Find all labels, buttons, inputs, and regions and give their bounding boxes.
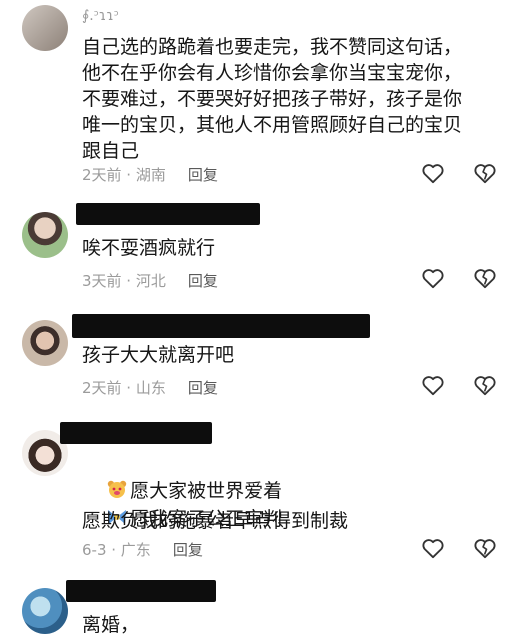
- comment-line: 愿欺负我的施暴者早点得到制裁: [82, 510, 349, 532]
- comment-line: 自己选的路跪着也要走完，我不赞同这句话，: [82, 36, 463, 58]
- broken-heart-icon[interactable]: [472, 265, 498, 291]
- reply-button[interactable]: 回复: [188, 272, 218, 290]
- heart-outline-icon[interactable]: [420, 160, 446, 186]
- broken-heart-icon[interactable]: [472, 160, 498, 186]
- avatar[interactable]: [22, 212, 68, 258]
- comment-line: 不要难过，不要哭好好把孩子带好，孩子是你: [82, 88, 463, 110]
- reply-button[interactable]: 回复: [173, 541, 203, 559]
- comment-item: 孩子大大就离开吧 2天前 · 山东 回复: [0, 300, 519, 410]
- heart-outline-icon[interactable]: [420, 372, 446, 398]
- avatar[interactable]: [22, 320, 68, 366]
- time-location: 2天前 · 山东: [82, 379, 166, 397]
- redacted-username: [76, 203, 260, 225]
- avatar[interactable]: [22, 5, 68, 51]
- reply-button[interactable]: 回复: [188, 166, 218, 184]
- username[interactable]: ∮.ᵓɿɿᵓ: [82, 8, 119, 24]
- time-location: 3天前 · 河北: [82, 272, 166, 290]
- broken-heart-icon[interactable]: [472, 372, 498, 398]
- comment-line: 离婚，: [82, 614, 140, 636]
- comment-meta: 3天前 · 河北 回复: [82, 270, 218, 291]
- comment-meta: 6-3 · 广东 回复: [82, 539, 203, 560]
- comment-meta: 2天前 · 湖南 回复: [82, 164, 218, 185]
- comment-line: 孩子大大就离开吧: [82, 344, 235, 366]
- comment-line: 他不在乎你会有人珍惜你会拿你当宝宝宠你，: [82, 62, 463, 84]
- comment-item: 愿大家被世界爱着 愿我案子公正审判 愿欺负我的施暴者早点得到制裁 6-3 · 广…: [0, 410, 519, 570]
- heart-outline-icon[interactable]: [420, 265, 446, 291]
- redacted-username: [66, 580, 216, 602]
- comment-item: 唉不耍酒疯就行 3天前 · 河北 回复: [0, 195, 519, 300]
- broken-heart-icon[interactable]: [472, 535, 498, 561]
- comment-line: 跟自己: [82, 140, 140, 162]
- time-location: 6-3 · 广东: [82, 541, 151, 559]
- comment-item: 离婚，: [0, 570, 519, 640]
- redacted-username: [60, 422, 212, 444]
- time-location: 2天前 · 湖南: [82, 166, 166, 184]
- heart-outline-icon[interactable]: [420, 535, 446, 561]
- redacted-username: [72, 314, 370, 338]
- comment-line: 唉不耍酒疯就行: [82, 237, 216, 259]
- comment-meta: 2天前 · 山东 回复: [82, 377, 218, 398]
- avatar[interactable]: [22, 588, 68, 634]
- comment-line: 唯一的宝贝，其他人不用管照顾好自己的宝贝: [82, 114, 463, 136]
- reply-button[interactable]: 回复: [188, 379, 218, 397]
- comment-item: ∮.ᵓɿɿᵓ 自己选的路跪着也要走完，我不赞同这句话， 他不在乎你会有人珍惜你会…: [0, 0, 519, 195]
